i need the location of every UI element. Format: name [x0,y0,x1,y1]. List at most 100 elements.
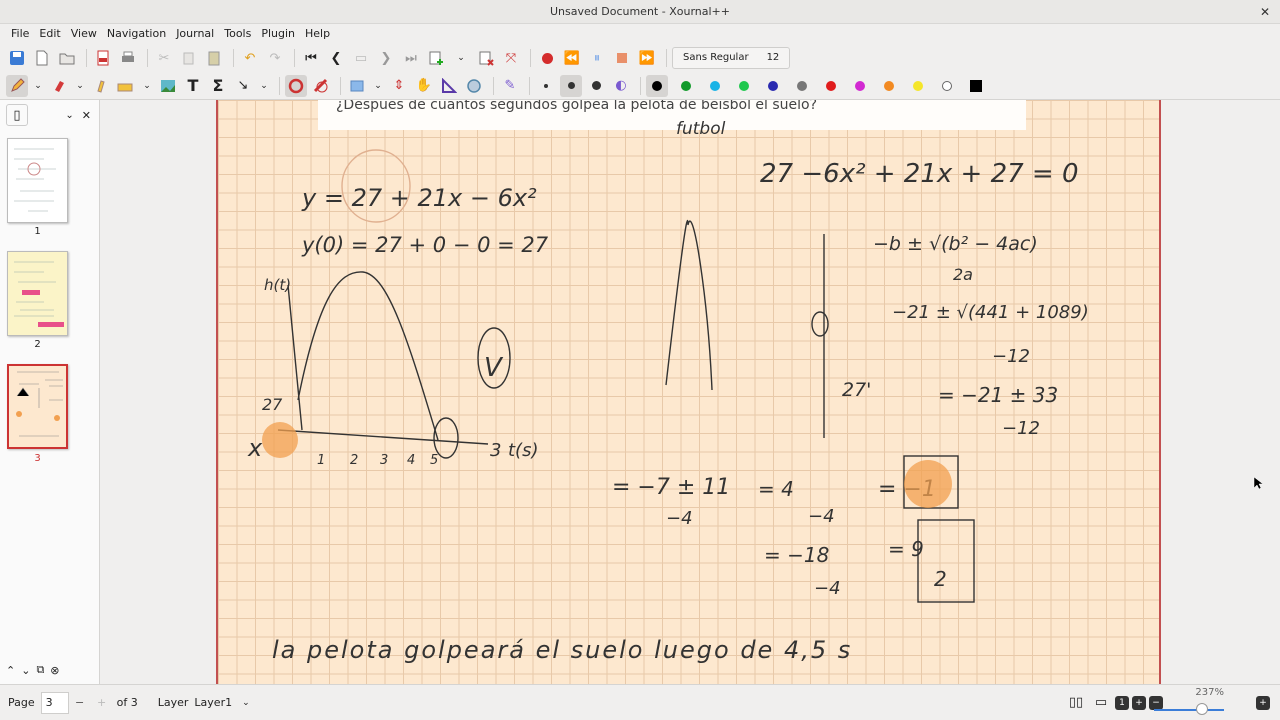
zoom-in-icon[interactable]: + [1256,695,1270,710]
fullscreen-icon[interactable]: ⤧ [500,47,522,69]
previous-page-icon[interactable]: ❮ [325,47,347,69]
next-page-icon[interactable]: ❯ [375,47,397,69]
medium-size-icon[interactable] [560,74,582,97]
font-selector[interactable]: Sans Regular 12 [672,47,791,69]
close-sidebar-icon[interactable]: ✕ [82,109,91,122]
chevron-down-icon[interactable]: ⌄ [257,75,271,97]
open-folder-icon[interactable] [56,47,78,69]
image-icon[interactable] [157,75,179,97]
redo-icon[interactable]: ↷ [264,47,286,69]
hw-graph-curve [297,271,439,441]
chevron-down-icon[interactable]: ⌄ [140,75,154,97]
color-magenta[interactable] [849,75,871,97]
font-size: 12 [766,52,780,63]
separator [493,76,494,95]
chevron-down-icon[interactable]: ⌄ [65,110,73,121]
text-tool-icon[interactable]: T [182,75,204,97]
chevron-up-icon[interactable]: ⌃ [6,664,15,677]
menu-tools[interactable]: Tools [219,24,256,44]
paste-icon[interactable] [203,47,225,69]
select-region-icon[interactable] [115,75,137,97]
eraser-icon[interactable] [48,75,70,97]
color-light-blue[interactable] [704,75,726,97]
zoom-knob[interactable] [1196,703,1208,715]
ruler-icon[interactable] [310,75,332,97]
stop-icon[interactable] [611,47,633,69]
copy-icon[interactable] [178,47,200,69]
chevron-down-icon[interactable]: ⌄ [242,698,250,708]
zoom-fit-icon[interactable]: + [1132,695,1146,710]
pause-icon[interactable]: ⏸ [586,47,608,69]
vertical-space-icon[interactable]: ⇕ [388,75,410,97]
pdf-tool-icon[interactable]: ✎ [499,75,521,97]
color-gray[interactable] [791,75,813,97]
chevron-down-icon[interactable]: ⌄ [371,75,385,97]
last-page-icon[interactable]: ⏭ [400,47,422,69]
menu-edit[interactable]: Edit [34,24,65,44]
record-icon[interactable] [536,47,558,69]
chevron-down-icon[interactable]: ⌄ [31,75,45,97]
page-thumbnail-2[interactable] [7,251,68,336]
fill-icon[interactable]: ◐ [610,75,632,97]
insert-page-icon[interactable] [425,47,447,69]
color-white[interactable] [936,75,958,97]
undo-icon[interactable]: ↶ [239,47,261,69]
page-number-input[interactable]: 3 [40,691,69,714]
menu-plugin[interactable]: Plugin [256,24,300,44]
two-page-view-icon[interactable]: ▯▯ [1065,692,1087,714]
copy-page-icon[interactable]: ⧉ [36,663,44,677]
thick-size-icon[interactable] [585,75,607,97]
presentation-mode-icon[interactable]: ▭ [1090,692,1112,714]
sidebar-pages-icon[interactable]: ▯ [6,104,28,126]
layer-selector[interactable]: Layer1 [194,696,232,709]
compass-icon[interactable] [463,75,485,97]
color-black[interactable] [646,74,668,97]
zoom-slider[interactable]: 237% [1154,687,1234,717]
select-rectangle-icon[interactable] [346,75,368,97]
delete-page-icon[interactable]: ⊗ [50,664,59,677]
hw-step3-num: = −7 ± 11 [612,475,730,500]
document-page[interactable]: ¿Después de cuántos segundos golpea la p… [216,100,1161,684]
close-icon[interactable]: ✕ [1260,0,1270,24]
custom-color-button[interactable] [965,75,987,97]
menu-navigation[interactable]: Navigation [102,24,171,44]
page-increment-button[interactable]: + [91,696,113,709]
fast-forward-icon[interactable]: ⏩ [636,47,658,69]
page-thumbnail-1[interactable] [7,138,68,223]
menu-help[interactable]: Help [300,24,335,44]
draw-line-icon[interactable]: ↘ [232,75,254,97]
color-light-green[interactable] [733,75,755,97]
setsquare-icon[interactable] [438,75,460,97]
color-green[interactable] [675,75,697,97]
menu-view[interactable]: View [66,24,102,44]
page-decrement-button[interactable]: − [69,696,91,709]
cut-icon[interactable]: ✂ [153,47,175,69]
first-page-icon[interactable]: ⏮ [300,47,322,69]
zoom-track[interactable] [1154,709,1224,711]
shape-recognizer-icon[interactable] [285,74,307,97]
menu-journal[interactable]: Journal [171,24,219,44]
thin-size-icon[interactable] [535,75,557,97]
chevron-down-icon[interactable]: ⌄ [73,75,87,97]
hand-icon[interactable]: ✋ [413,75,435,97]
menu-file[interactable]: File [6,24,34,44]
save-icon[interactable] [6,47,28,69]
page-thumbnail-3[interactable] [7,364,68,449]
color-yellow[interactable] [907,75,929,97]
chevron-down-icon[interactable]: ⌄ [21,664,30,677]
new-document-icon[interactable] [31,47,53,69]
color-blue[interactable] [762,75,784,97]
document-canvas[interactable]: ¿Después de cuántos segundos golpea la p… [101,100,1280,684]
delete-page-icon[interactable] [475,47,497,69]
pair-pages-icon[interactable]: 1 [1115,695,1129,710]
color-red[interactable] [820,75,842,97]
highlighter-icon[interactable] [90,75,112,97]
latex-tool-icon[interactable]: Σ [207,75,229,97]
pen-icon[interactable] [6,74,28,97]
print-icon[interactable] [117,47,139,69]
export-pdf-icon[interactable] [92,47,114,69]
color-orange[interactable] [878,75,900,97]
goto-page-icon[interactable]: ▭ [350,47,372,69]
rewind-icon[interactable]: ⏪ [561,47,583,69]
chevron-down-icon[interactable]: ⌄ [450,47,472,69]
